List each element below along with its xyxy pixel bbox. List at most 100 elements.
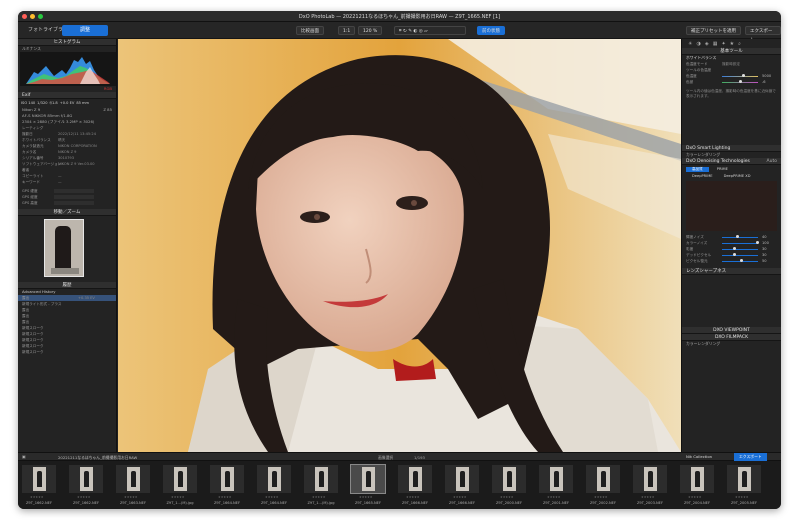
rating-stars[interactable]: ★★★★★: [124, 495, 137, 499]
navigator-header[interactable]: 移動／ズーム: [18, 209, 116, 216]
slider-track[interactable]: [722, 237, 758, 238]
repair-icon[interactable]: ✎: [408, 29, 412, 34]
image-count: 1/193: [414, 455, 425, 460]
filmstrip-thumbnail[interactable]: [22, 465, 56, 493]
effects-tab-icon[interactable]: ✦: [721, 41, 725, 47]
history-item[interactable]: 新規スローク: [18, 349, 116, 355]
wb-temp-track[interactable]: [722, 76, 758, 77]
denoise-tab-hq[interactable]: 高品質: [686, 167, 709, 172]
filmstrip-thumbnail[interactable]: [350, 464, 386, 494]
filmstrip-thumbnail[interactable]: [398, 465, 432, 493]
gps-field[interactable]: [54, 195, 94, 199]
filmstrip-thumbnail[interactable]: [304, 465, 338, 493]
metadata-value[interactable]: —: [58, 179, 62, 185]
local-adjust-icon[interactable]: ◐: [413, 29, 417, 34]
filmstrip-thumbnail[interactable]: [633, 465, 667, 493]
before-after-button[interactable]: 前の状態: [477, 26, 505, 35]
slider-value[interactable]: 50: [762, 258, 767, 264]
nik-collection-button[interactable]: Nik Collection: [686, 454, 712, 459]
zoom-select[interactable]: 120 %: [358, 26, 383, 35]
filmstrip-thumbnail[interactable]: [163, 465, 197, 493]
rating-stars[interactable]: ★★★★★: [500, 495, 513, 499]
filmstrip-thumbnail[interactable]: [727, 465, 761, 493]
filmpack-header[interactable]: DXO FILMPACK: [682, 334, 781, 341]
denoise-tab-deepprime[interactable]: DeepPRIME: [686, 174, 719, 178]
rating-stars[interactable]: ★★★★★: [688, 495, 701, 499]
metadata-key: キーワード: [22, 180, 40, 184]
wb-tint-value[interactable]: -6: [762, 79, 766, 85]
rating-stars[interactable]: ★★★★★: [77, 495, 90, 499]
gps-field[interactable]: [54, 189, 94, 193]
denoise-auto[interactable]: Auto: [767, 158, 777, 165]
tab-customize[interactable]: 調整: [62, 25, 108, 36]
zoom-fit-button[interactable]: 1:1: [338, 26, 356, 35]
slider-knob[interactable]: [733, 253, 736, 256]
denoise-slider[interactable]: ピクセル復元 50: [682, 258, 781, 264]
slider-track[interactable]: [722, 255, 758, 256]
filmstrip-thumbnail[interactable]: [539, 465, 573, 493]
color-grading-row[interactable]: カラーレンダリング: [682, 341, 781, 347]
rating-stars[interactable]: ★★★★★: [641, 495, 654, 499]
viewpoint-header[interactable]: DXO VIEWPOINT: [682, 327, 781, 334]
search-icon[interactable]: ⌕: [738, 41, 741, 47]
denoise-tab-prime[interactable]: PRIME: [711, 167, 734, 172]
slider-knob[interactable]: [756, 241, 759, 244]
filmstrip-export-button[interactable]: エクスポート: [734, 453, 767, 461]
rating-stars[interactable]: ★★★★★: [312, 495, 325, 499]
export-button[interactable]: エクスポート: [745, 26, 781, 43]
detail-tab-icon[interactable]: ◈: [705, 41, 709, 47]
history-header[interactable]: 履歴: [18, 282, 116, 289]
smart-lighting-header[interactable]: DxO Smart Lighting: [682, 145, 781, 152]
rating-stars[interactable]: ★★★★★: [547, 495, 560, 499]
rating-stars[interactable]: ★★★★★: [265, 495, 278, 499]
filmstrip-thumbnail[interactable]: [116, 465, 150, 493]
slider-track[interactable]: [722, 243, 758, 244]
filmstrip-thumbnail[interactable]: [445, 465, 479, 493]
denoise-header[interactable]: DxO Denoising Technologies Auto: [682, 158, 781, 165]
rating-stars[interactable]: ★★★★★: [453, 495, 466, 499]
main-image-viewer[interactable]: [118, 39, 681, 452]
gps-field[interactable]: [54, 201, 94, 205]
filmstrip-thumbnail[interactable]: [210, 465, 244, 493]
slider-track[interactable]: [722, 249, 758, 250]
wb-tint-knob[interactable]: [739, 80, 742, 83]
thumbnail-figure: [319, 471, 324, 487]
filmstrip-thumbnail[interactable]: [69, 465, 103, 493]
lens-sharpness-header[interactable]: レンズシャープネス: [682, 268, 781, 275]
filmstrip-thumbnail[interactable]: [586, 465, 620, 493]
crop-icon[interactable]: ⌗: [399, 29, 402, 34]
rating-stars[interactable]: ★★★★★: [30, 495, 43, 499]
slider-knob[interactable]: [736, 235, 739, 238]
rating-stars[interactable]: ★★★★★: [406, 495, 419, 499]
folder-icon[interactable]: ▣: [22, 454, 26, 459]
mask-icon[interactable]: ◎: [419, 29, 423, 34]
filmstrip-thumbnail[interactable]: [257, 465, 291, 493]
horizon-icon[interactable]: ▱: [424, 29, 427, 34]
rating-stars[interactable]: ★★★★★: [594, 495, 607, 499]
light-tab-icon[interactable]: ☀: [688, 41, 692, 47]
wb-temp-knob[interactable]: [742, 74, 745, 77]
favorites-tab-icon[interactable]: ★: [730, 41, 734, 47]
filmstrip-thumbnail[interactable]: [492, 465, 526, 493]
navigator-preview[interactable]: [44, 219, 84, 277]
rating-stars[interactable]: ★★★★★: [359, 495, 372, 499]
exif-camera-row: Nikon Z 9 Z 85: [18, 107, 116, 113]
tool-icons-group[interactable]: ⌗ ↻ ✎ ◐ ◎ ▱: [394, 26, 466, 35]
apply-preset-button[interactable]: 補正プリセットを適用: [686, 26, 741, 35]
rotate-icon[interactable]: ↻: [403, 29, 407, 34]
rating-stars[interactable]: ★★★★★: [218, 495, 231, 499]
slider-knob[interactable]: [733, 247, 736, 250]
denoise-preview[interactable]: [686, 181, 777, 231]
compare-button[interactable]: 比較画面: [296, 26, 324, 35]
wb-tint-slider[interactable]: 色被 -6: [682, 79, 781, 85]
basic-tools-header[interactable]: 基本ツール: [682, 48, 781, 55]
rating-stars[interactable]: ★★★★★: [735, 495, 748, 499]
denoise-tab-deepprime-xd[interactable]: DeepPRIME XD: [721, 174, 754, 178]
geometry-tab-icon[interactable]: ▦: [713, 41, 718, 47]
color-tab-icon[interactable]: ◑: [696, 41, 700, 47]
slider-knob[interactable]: [740, 259, 743, 262]
filmstrip-thumbnail[interactable]: [680, 465, 714, 493]
exif-header[interactable]: Exif: [18, 92, 116, 99]
rating-stars[interactable]: ★★★★★: [171, 495, 184, 499]
histogram-header[interactable]: ヒストグラム: [18, 39, 116, 46]
